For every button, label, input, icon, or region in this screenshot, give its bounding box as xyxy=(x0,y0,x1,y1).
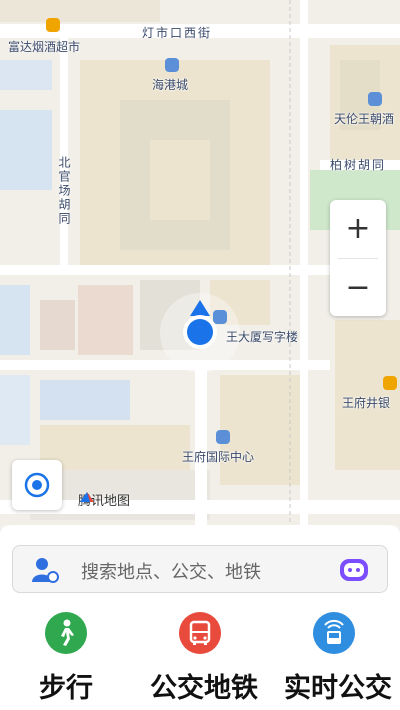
mall-icon xyxy=(165,58,179,72)
label-haigang[interactable]: 海港城 xyxy=(152,76,188,93)
locate-button[interactable] xyxy=(12,460,62,510)
locate-icon xyxy=(24,472,50,498)
label-boshu: 柏树胡同 xyxy=(330,158,387,172)
search-bar[interactable]: 搜索地点、公交、地铁 xyxy=(12,545,388,593)
user-settings-icon[interactable] xyxy=(31,556,59,584)
map-logo: 腾讯地图 xyxy=(78,490,130,509)
search-placeholder[interactable]: 搜索地点、公交、地铁 xyxy=(81,558,261,584)
tencent-map-logo-icon xyxy=(80,492,94,502)
location-marker-icon xyxy=(183,300,217,349)
label-supermarket[interactable]: 富达烟酒超市 xyxy=(8,38,80,55)
mode-realtime-bus-label: 实时公交 xyxy=(284,673,392,704)
label-hotel[interactable]: 天伦王朝酒 xyxy=(334,110,394,127)
mode-walk[interactable]: 步行 xyxy=(16,612,116,705)
label-wangfujing[interactable]: 王府井银 xyxy=(342,394,390,411)
label-office[interactable]: 王大厦写字楼 xyxy=(226,328,298,345)
label-intl-center[interactable]: 王府国际中心 xyxy=(182,448,254,465)
bus-icon xyxy=(179,612,221,654)
supermarket-icon xyxy=(46,18,60,32)
mode-walk-label: 步行 xyxy=(39,673,93,704)
zoom-controls: + − xyxy=(330,200,386,316)
map-view[interactable]: 富达烟酒超市 灯市口西街 海港城 天伦王朝酒 柏树胡同 北官场胡同 王大厦写字楼… xyxy=(0,0,400,525)
mode-transit-label: 公交地铁 xyxy=(150,673,258,704)
zoom-out-button[interactable]: − xyxy=(330,259,386,317)
walk-icon xyxy=(45,612,87,654)
zoom-in-button[interactable]: + xyxy=(330,200,386,258)
hotel-icon xyxy=(368,92,382,106)
mode-realtime-bus[interactable]: 实时公交 xyxy=(284,612,392,705)
label-west-street: 灯市口西街 xyxy=(142,26,213,40)
realtime-bus-icon xyxy=(313,612,355,654)
bank-icon xyxy=(383,376,397,390)
assistant-bot-icon[interactable] xyxy=(339,556,369,584)
label-beiguan: 北官场胡同 xyxy=(57,156,71,226)
mode-transit[interactable]: 公交地铁 xyxy=(150,612,258,705)
intl-center-icon xyxy=(216,430,230,444)
